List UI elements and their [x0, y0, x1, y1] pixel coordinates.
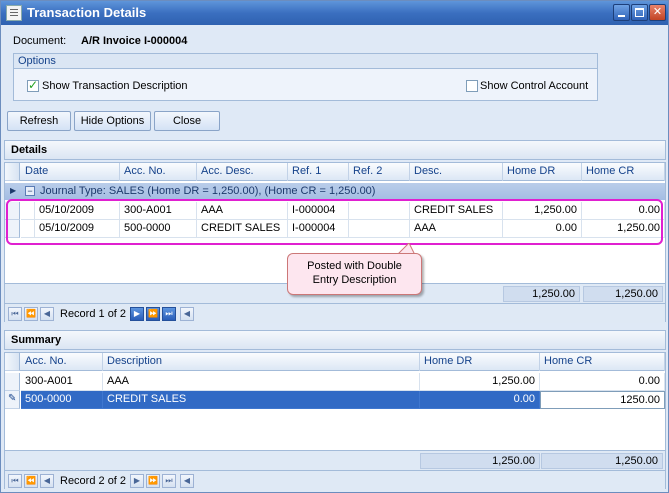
show-transaction-description-checkbox[interactable]	[27, 78, 39, 92]
maximize-icon	[635, 8, 644, 17]
journal-group-label: Journal Type: SALES (Home DR = 1,250.00)…	[40, 185, 376, 197]
cell-description[interactable]: CREDIT SALES	[103, 391, 420, 409]
header-indicator	[5, 353, 20, 371]
details-header: Details	[4, 140, 666, 160]
double-entry-callout: Posted with Double Entry Description	[287, 253, 422, 295]
details-navigator: ⏮ ⏪ ◀ Record 1 of 2 ▶ ⏩ ⏭ ◀	[5, 303, 665, 323]
prev-page-icon[interactable]: ⏪	[24, 307, 38, 321]
col-acc-no[interactable]: Acc. No.	[21, 353, 103, 371]
cell-home-cr-editor[interactable]: 1250.00	[540, 391, 665, 409]
table-row[interactable]: 300-A001 AAA 1,250.00 0.00	[5, 373, 665, 391]
col-acc-desc[interactable]: Acc. Desc.	[197, 163, 288, 181]
details-record-text: Record 1 of 2	[60, 308, 127, 320]
details-column-headers: Date Acc. No. Acc. Desc. Ref. 1 Ref. 2 D…	[5, 163, 665, 181]
last-record-icon[interactable]: ⏭	[162, 307, 176, 321]
document-label: Document:	[13, 35, 67, 47]
table-row-selected[interactable]: ✎ 500-0000 CREDIT SALES 0.00 1250.00	[5, 391, 665, 409]
callout-line-2: Entry Description	[312, 274, 397, 286]
minimize-button[interactable]	[613, 4, 630, 21]
next-page-icon[interactable]: ⏩	[146, 307, 160, 321]
cell-home-cr[interactable]: 0.00	[540, 373, 665, 391]
prev-record-icon[interactable]: ◀	[40, 474, 54, 488]
options-legend: Options	[14, 54, 597, 69]
col-home-cr[interactable]: Home CR	[540, 353, 665, 371]
hide-options-button[interactable]: Hide Options	[74, 111, 151, 131]
next-record-icon[interactable]: ▶	[130, 307, 144, 321]
show-control-account-label[interactable]: Show Control Account	[480, 80, 588, 92]
summary-totals-row: 1,250.00 1,250.00	[5, 450, 665, 470]
cell-description[interactable]: AAA	[103, 373, 420, 391]
minimize-icon	[618, 15, 625, 17]
summary-total-dr: 1,250.00	[420, 453, 540, 469]
col-acc-no[interactable]: Acc. No.	[120, 163, 197, 181]
scroll-left-icon[interactable]: ◀	[180, 307, 194, 321]
title-bar: Transaction Details ✕	[1, 1, 668, 25]
summary-header: Summary	[4, 330, 666, 350]
details-total-cr: 1,250.00	[583, 286, 663, 302]
collapse-icon[interactable]: −	[25, 186, 35, 196]
col-date[interactable]: Date	[21, 163, 120, 181]
col-home-dr[interactable]: Home DR	[503, 163, 582, 181]
next-record-icon[interactable]: ▶	[130, 474, 144, 488]
first-record-icon[interactable]: ⏮	[8, 474, 22, 488]
summary-record-text: Record 2 of 2	[60, 475, 127, 487]
close-icon: ✕	[652, 6, 663, 18]
options-group: Options Show Transaction Description Sho…	[13, 53, 598, 101]
double-entry-highlight	[6, 199, 663, 245]
show-transaction-description-label[interactable]: Show Transaction Description	[42, 80, 188, 92]
show-control-account-checkbox[interactable]	[466, 80, 478, 92]
col-home-dr[interactable]: Home DR	[420, 353, 540, 371]
summary-grid: Acc. No. Description Home DR Home CR 300…	[4, 352, 666, 490]
header-indicator	[5, 163, 20, 181]
row-indicator	[5, 373, 20, 391]
transaction-details-window: Transaction Details ✕ Document: A/R Invo…	[0, 0, 669, 493]
col-home-cr[interactable]: Home CR	[582, 163, 665, 181]
next-page-icon[interactable]: ⏩	[146, 474, 160, 488]
document-value: A/R Invoice I-000004	[81, 35, 188, 47]
cell-acc-no[interactable]: 500-0000	[21, 391, 103, 409]
cell-home-dr[interactable]: 0.00	[420, 391, 540, 409]
edit-pencil-icon: ✎	[8, 393, 17, 404]
row-indicator: ✎	[5, 391, 20, 409]
summary-navigator: ⏮ ⏪ ◀ Record 2 of 2 ▶ ⏩ ⏭ ◀	[5, 470, 665, 490]
first-record-icon[interactable]: ⏮	[8, 307, 22, 321]
refresh-button[interactable]: Refresh	[7, 111, 71, 131]
callout-line-1: Posted with Double	[307, 260, 402, 272]
form-icon	[6, 5, 22, 21]
summary-total-cr: 1,250.00	[541, 453, 663, 469]
cell-acc-no[interactable]: 300-A001	[21, 373, 103, 391]
journal-group-row[interactable]: ▶ − Journal Type: SALES (Home DR = 1,250…	[5, 183, 665, 200]
summary-column-headers: Acc. No. Description Home DR Home CR	[5, 353, 665, 371]
cell-home-dr[interactable]: 1,250.00	[420, 373, 540, 391]
col-description[interactable]: Description	[103, 353, 420, 371]
maximize-button[interactable]	[631, 4, 648, 21]
prev-record-icon[interactable]: ◀	[40, 307, 54, 321]
window-title: Transaction Details	[27, 5, 147, 20]
row-pointer-icon: ▶	[10, 186, 17, 195]
close-button[interactable]: Close	[154, 111, 220, 131]
details-total-dr: 1,250.00	[503, 286, 580, 302]
prev-page-icon[interactable]: ⏪	[24, 474, 38, 488]
close-window-button[interactable]: ✕	[649, 4, 666, 21]
scroll-left-icon[interactable]: ◀	[180, 474, 194, 488]
col-ref2[interactable]: Ref. 2	[349, 163, 410, 181]
col-desc[interactable]: Desc.	[410, 163, 503, 181]
last-record-icon[interactable]: ⏭	[162, 474, 176, 488]
col-ref1[interactable]: Ref. 1	[288, 163, 349, 181]
